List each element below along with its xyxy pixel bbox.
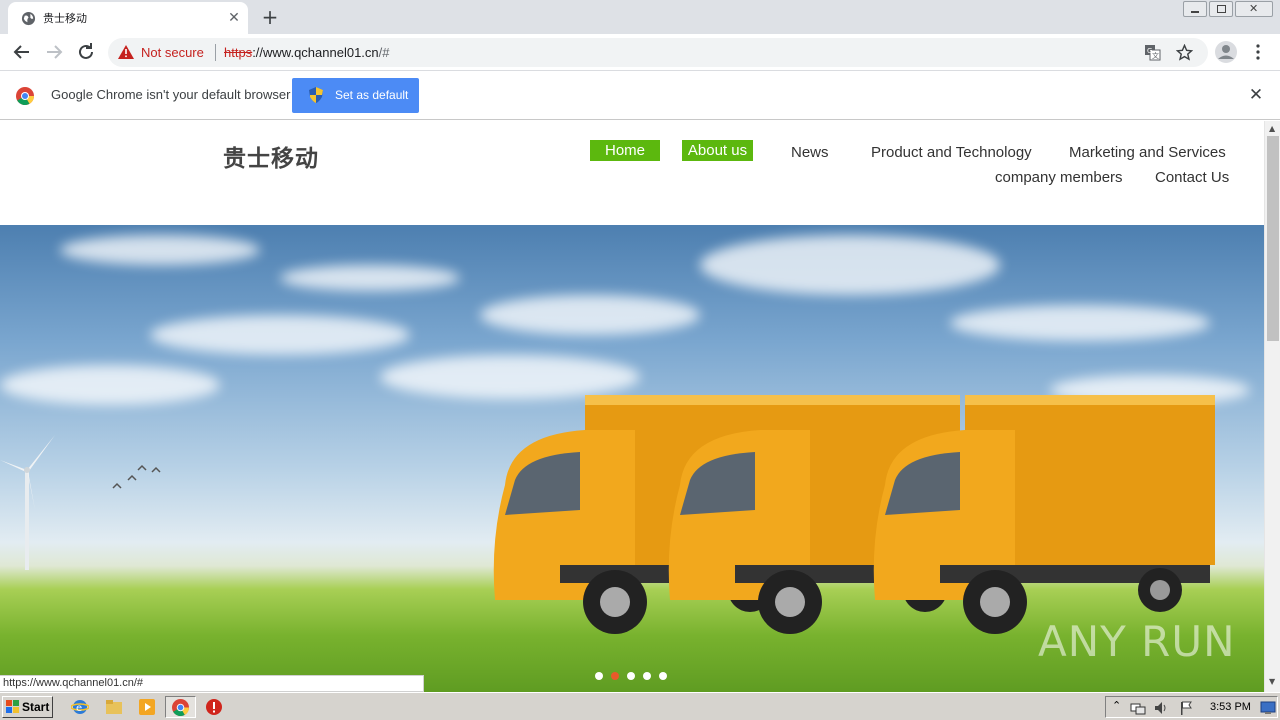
show-desktop-icon[interactable] <box>1260 700 1276 715</box>
show-hidden-icons-icon[interactable]: ⌃ <box>1112 699 1121 712</box>
scrollbar-thumb[interactable] <box>1267 136 1279 341</box>
media-player-icon[interactable] <box>138 698 156 716</box>
cloud <box>480 295 700 335</box>
chrome-logo-icon <box>16 87 34 105</box>
system-tray: ⌃ 3:53 PM <box>1105 696 1278 718</box>
anyrun-watermark: ANY RUN <box>1038 617 1236 666</box>
back-arrow-icon[interactable] <box>10 40 34 64</box>
scroll-down-arrow-icon[interactable]: ▼ <box>1269 677 1275 686</box>
page-scrollbar[interactable]: ▲ ▼ <box>1264 121 1280 692</box>
browser-tab[interactable]: 贵士移动 ✕ <box>8 2 248 34</box>
site-logo[interactable]: 贵士移动 <box>223 139 319 173</box>
set-as-default-button[interactable]: Set as default <box>292 78 419 113</box>
slider-dot-active[interactable] <box>611 672 619 680</box>
cloud <box>950 305 1210 341</box>
hero-slider[interactable]: ANY RUN <box>0 225 1264 692</box>
restore-button[interactable] <box>1209 1 1233 17</box>
cloud <box>60 235 260 265</box>
tab-strip: 贵士移动 ✕ + ✕ <box>0 0 1280 34</box>
svg-text:e: e <box>76 703 82 714</box>
internet-explorer-icon[interactable]: e <box>71 698 89 716</box>
cloud <box>0 365 220 405</box>
translate-icon[interactable]: G 文 <box>1144 44 1161 61</box>
forward-arrow-icon[interactable] <box>42 40 66 64</box>
warning-triangle-icon[interactable] <box>118 45 134 59</box>
url-host: ://www.qchannel01.cn <box>252 45 379 60</box>
address-bar[interactable]: Not secure https://www.qchannel01.cn/# G… <box>108 38 1208 67</box>
tab-close-icon[interactable]: ✕ <box>226 10 242 26</box>
profile-avatar-icon[interactable] <box>1215 41 1237 63</box>
chrome-taskbar-icon <box>172 699 189 716</box>
minimize-button[interactable] <box>1183 1 1207 17</box>
file-explorer-icon[interactable] <box>105 698 123 716</box>
tab-title: 贵士移动 <box>43 12 87 25</box>
default-browser-infobar: Google Chrome isn't your default browser… <box>0 71 1280 120</box>
reload-icon[interactable] <box>74 40 98 64</box>
nav-company-members[interactable]: company members <box>995 169 1123 186</box>
network-icon[interactable] <box>1130 700 1146 716</box>
nav-product-technology[interactable]: Product and Technology <box>871 144 1032 161</box>
infobar-close-icon[interactable]: ✕ <box>1248 86 1264 104</box>
browser-toolbar: Not secure https://www.qchannel01.cn/# G… <box>0 34 1280 71</box>
volume-icon[interactable] <box>1153 700 1169 716</box>
cloud <box>150 315 410 355</box>
omnibox-separator <box>215 44 216 61</box>
slider-dot[interactable] <box>627 672 635 680</box>
slider-dot[interactable] <box>659 672 667 680</box>
new-tab-button[interactable]: + <box>258 5 282 29</box>
start-button[interactable]: Start <box>2 696 53 718</box>
url-path: /# <box>378 45 390 60</box>
url-text[interactable]: https://www.qchannel01.cn/# <box>224 45 390 60</box>
slider-dot[interactable] <box>643 672 651 680</box>
security-status[interactable]: Not secure <box>141 45 204 60</box>
windows-taskbar: Start e ⌃ 3:53 PM <box>0 692 1280 720</box>
window-close-button[interactable]: ✕ <box>1235 1 1273 17</box>
cloud <box>280 265 460 291</box>
nav-news[interactable]: News <box>791 144 829 161</box>
set-as-default-label: Set as default <box>335 88 409 102</box>
globe-icon <box>21 11 36 26</box>
start-label: Start <box>22 700 50 714</box>
chrome-taskbar-button[interactable] <box>165 696 196 718</box>
taskbar-clock[interactable]: 3:53 PM <box>1210 701 1251 713</box>
link-status-bubble: https://www.qchannel01.cn/# <box>0 675 424 692</box>
birds-image <box>112 464 161 489</box>
trucks-image <box>493 395 1215 634</box>
nav-about-us[interactable]: About us <box>682 140 753 161</box>
wind-turbine-image <box>0 435 55 570</box>
menu-kebab-icon[interactable] <box>1250 43 1266 61</box>
cloud <box>700 235 1000 295</box>
bookmark-star-icon[interactable] <box>1176 44 1193 61</box>
nav-home[interactable]: Home <box>590 140 660 161</box>
web-page: 贵士移动 Home About us News Product and Tech… <box>0 121 1264 692</box>
scroll-up-arrow-icon[interactable]: ▲ <box>1269 124 1275 133</box>
url-scheme: https <box>224 45 253 60</box>
stop-alert-icon[interactable] <box>205 698 223 716</box>
nav-contact-us[interactable]: Contact Us <box>1155 169 1229 186</box>
svg-text:文: 文 <box>1152 51 1159 60</box>
action-center-flag-icon[interactable] <box>1178 700 1194 716</box>
uac-shield-icon <box>309 87 323 103</box>
infobar-message: Google Chrome isn't your default browser <box>51 87 291 102</box>
slider-dot[interactable] <box>595 672 603 680</box>
nav-marketing-services[interactable]: Marketing and Services <box>1069 144 1226 161</box>
windows-flag-icon <box>6 700 19 713</box>
